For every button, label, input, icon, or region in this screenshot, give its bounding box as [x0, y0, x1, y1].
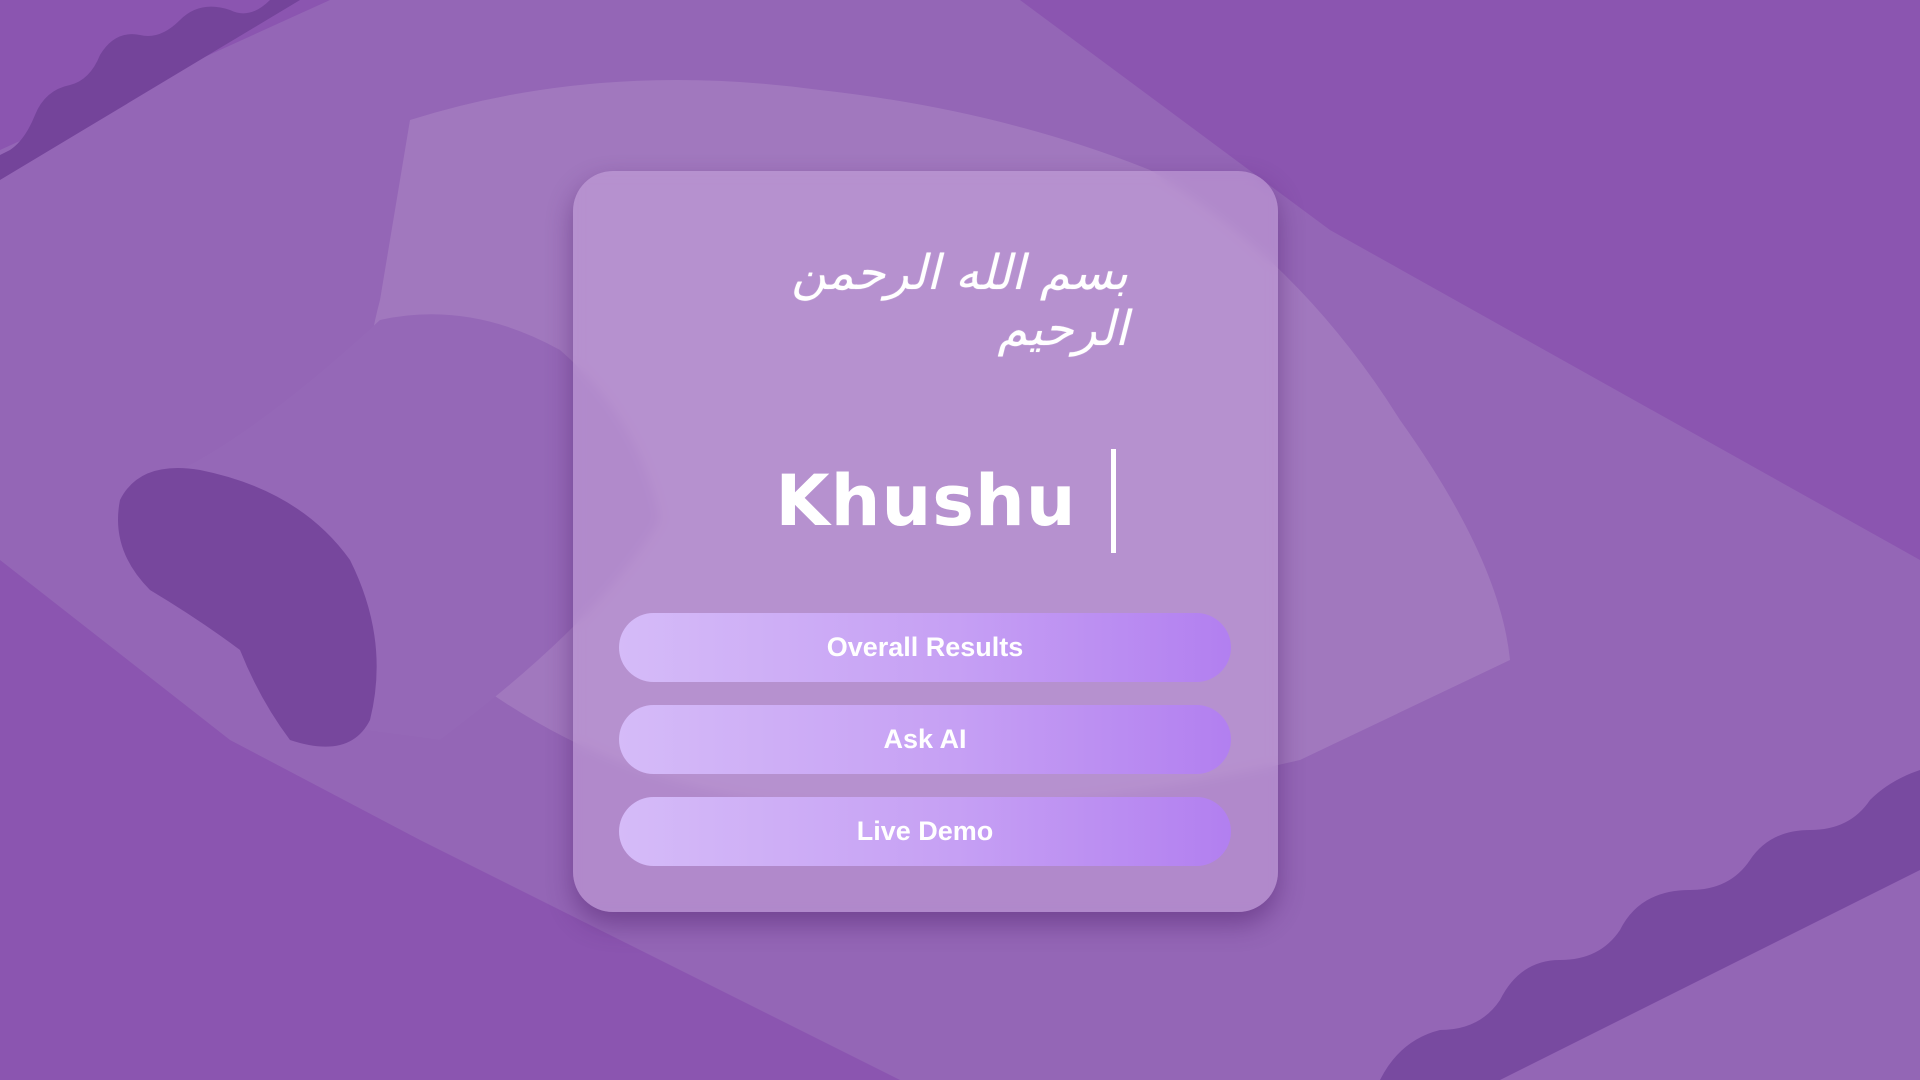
overall-results-button[interactable]: Overall Results	[619, 613, 1231, 682]
title-row: Khushu	[573, 436, 1278, 566]
text-cursor-icon	[1110, 449, 1116, 553]
action-buttons: Overall Results Ask AI Live Demo	[619, 613, 1231, 889]
bismillah-calligraphy: بسم الله الرحمن الرحيم	[791, 245, 1128, 357]
app-title: Khushu	[775, 460, 1077, 542]
main-card: بسم الله الرحمن الرحيم Khushu Overall Re…	[573, 171, 1278, 912]
ask-ai-button[interactable]: Ask AI	[619, 705, 1231, 774]
live-demo-button[interactable]: Live Demo	[619, 797, 1231, 866]
app-background: بسم الله الرحمن الرحيم Khushu Overall Re…	[0, 0, 1920, 1080]
